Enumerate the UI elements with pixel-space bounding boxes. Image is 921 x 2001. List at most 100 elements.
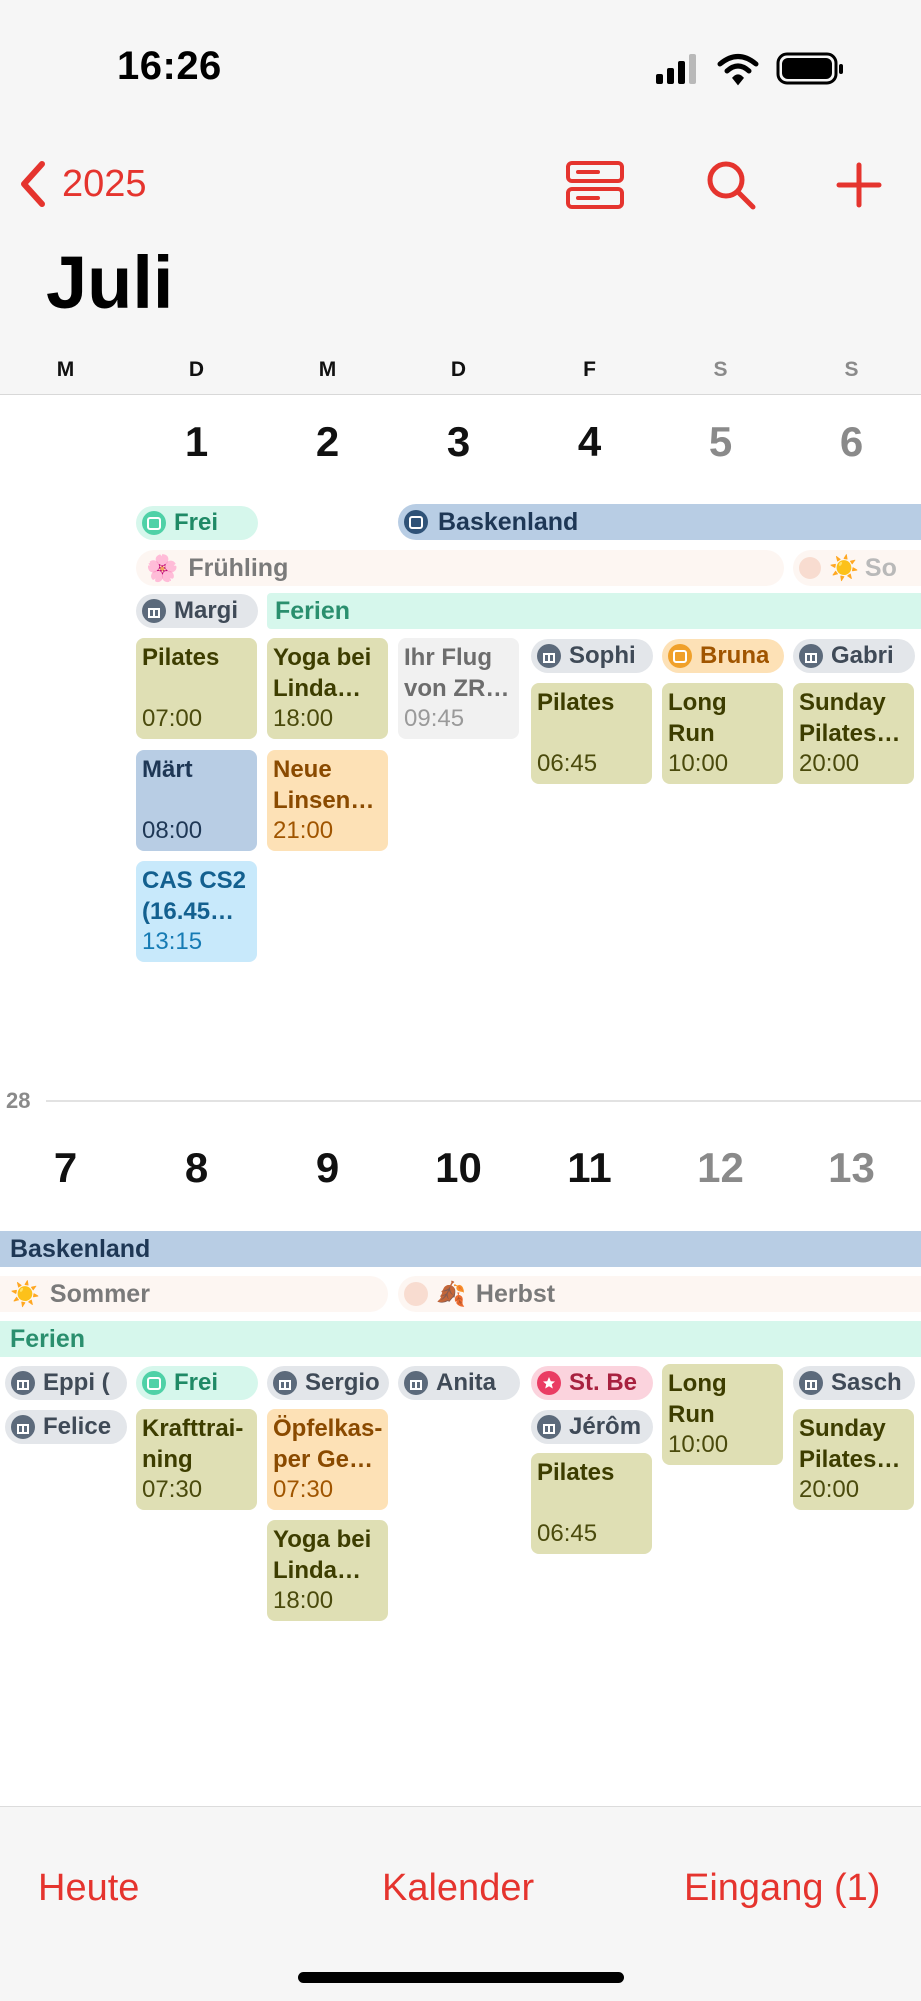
birthday-chip[interactable]: Eppi ( bbox=[5, 1366, 127, 1400]
event-title: Ferien bbox=[275, 596, 351, 625]
week-divider bbox=[46, 1100, 921, 1102]
calendar-icon bbox=[142, 511, 166, 535]
event-title: So bbox=[864, 553, 897, 582]
allday-event-bruna[interactable]: Bruna bbox=[662, 639, 784, 673]
event-title: Long Run bbox=[668, 1370, 727, 1428]
event-title: Frei bbox=[174, 509, 219, 536]
birthday-chip[interactable]: Sophi bbox=[531, 639, 653, 673]
day-number[interactable]: 9 bbox=[262, 1144, 393, 1192]
home-indicator[interactable] bbox=[298, 1972, 624, 1983]
event-time: 10:00 bbox=[668, 750, 729, 777]
calendar-icon bbox=[668, 644, 692, 668]
event-title: Ferien bbox=[10, 1324, 86, 1353]
gift-icon bbox=[273, 1371, 297, 1395]
day-number[interactable]: 5 bbox=[655, 418, 786, 466]
gift-icon bbox=[799, 644, 823, 668]
chevron-left-icon bbox=[21, 161, 45, 207]
allday-event-sommer[interactable]: ☀️ So bbox=[793, 550, 921, 586]
week-number: 28 bbox=[6, 1088, 31, 1113]
allday-event-herbst[interactable]: 🍂 Herbst bbox=[398, 1276, 921, 1312]
event-title: Bruna bbox=[700, 642, 770, 669]
event-title: Frühling bbox=[188, 553, 289, 582]
day-number[interactable]: 8 bbox=[131, 1144, 262, 1192]
event-maert[interactable]: Märt 08:00 bbox=[136, 750, 257, 851]
day-number[interactable]: 11 bbox=[524, 1144, 655, 1192]
add-button[interactable] bbox=[824, 150, 894, 220]
birthday-chip[interactable]: Jérôm bbox=[531, 1410, 653, 1444]
flower-icon: 🌸 bbox=[146, 552, 179, 583]
gift-icon bbox=[404, 1371, 428, 1395]
allday-event-baskenland[interactable]: Baskenland bbox=[398, 504, 921, 540]
search-button[interactable] bbox=[696, 150, 766, 220]
birthday-chip[interactable]: Felice bbox=[5, 1410, 127, 1444]
day-number[interactable]: 1 bbox=[131, 418, 262, 466]
allday-event-frei[interactable]: Frei bbox=[136, 1366, 258, 1400]
weekday-label: S bbox=[844, 358, 859, 381]
event-linsen[interactable]: Neue Linsen… 21:00 bbox=[267, 750, 388, 851]
event-sunday-pilates[interactable]: Sunday Pilates… 20:00 bbox=[793, 1409, 914, 1510]
calendar-icon bbox=[404, 510, 428, 534]
sun-icon: ☀️ bbox=[10, 1280, 40, 1308]
event-krafttraining[interactable]: Krafttrai-ning 07:30 bbox=[136, 1409, 257, 1510]
birthday-chip[interactable]: Sasch bbox=[793, 1366, 915, 1400]
event-time: 18:00 bbox=[273, 705, 334, 732]
month-title: Juli bbox=[46, 241, 174, 324]
event-sunday-pilates[interactable]: Sunday Pilates… 20:00 bbox=[793, 683, 914, 784]
weekday-label: F bbox=[583, 358, 596, 381]
back-button[interactable]: 2025 bbox=[18, 154, 147, 214]
holiday-chip[interactable]: St. Be bbox=[531, 1366, 653, 1400]
day-number[interactable]: 4 bbox=[524, 418, 655, 466]
birthday-chip[interactable]: Sergio bbox=[267, 1366, 389, 1400]
event-pilates[interactable]: Pilates 06:45 bbox=[531, 683, 652, 784]
event-oepfelkasper[interactable]: Öpfelkas-per Ge… 07:30 bbox=[267, 1409, 388, 1510]
allday-event-baskenland[interactable]: Baskenland bbox=[0, 1231, 921, 1267]
event-pilates[interactable]: Pilates 06:45 bbox=[531, 1453, 652, 1554]
calendars-button[interactable]: Kalender bbox=[382, 1867, 534, 1910]
event-title: Baskenland bbox=[438, 507, 579, 536]
event-cas[interactable]: CAS CS2 (16.45… 13:15 bbox=[136, 861, 257, 962]
event-title: Felice bbox=[43, 1413, 112, 1440]
event-title: Sophi bbox=[569, 642, 636, 669]
event-long-run[interactable]: Long Run 10:00 bbox=[662, 683, 783, 784]
status-icons bbox=[656, 50, 846, 90]
inbox-button[interactable]: Eingang (1) bbox=[684, 1867, 880, 1910]
wifi-icon bbox=[717, 54, 759, 86]
birthday-chip[interactable]: Margi bbox=[136, 594, 258, 628]
gift-icon bbox=[11, 1371, 35, 1395]
event-title: Sommer bbox=[49, 1279, 150, 1308]
event-pilates[interactable]: Pilates 07:00 bbox=[136, 638, 257, 739]
day-number[interactable]: 6 bbox=[786, 418, 917, 466]
event-time: 13:15 bbox=[142, 928, 203, 955]
list-view-icon bbox=[566, 161, 624, 209]
allday-event-sommer[interactable]: ☀️ Sommer bbox=[0, 1276, 388, 1312]
day-number[interactable]: 3 bbox=[393, 418, 524, 466]
list-view-button[interactable] bbox=[560, 150, 630, 220]
search-icon bbox=[707, 161, 756, 210]
allday-event-fruehling[interactable]: 🌸 Frühling bbox=[136, 550, 784, 586]
event-flug[interactable]: Ihr Flug von ZR… 09:45 bbox=[398, 638, 519, 739]
event-title: Pilates bbox=[537, 689, 615, 716]
event-title: Sasch bbox=[831, 1369, 902, 1396]
birthday-chip[interactable]: Anita bbox=[398, 1366, 520, 1400]
birthday-chip[interactable]: Gabri bbox=[793, 639, 915, 673]
allday-event-frei[interactable]: Frei bbox=[136, 506, 258, 540]
gift-icon bbox=[11, 1415, 35, 1439]
event-time: 07:30 bbox=[273, 1476, 334, 1503]
day-number[interactable]: 13 bbox=[786, 1144, 917, 1192]
event-title: St. Be bbox=[569, 1369, 638, 1396]
weekday-label: D bbox=[188, 358, 205, 381]
allday-event-ferien[interactable]: Ferien bbox=[0, 1321, 921, 1357]
today-button[interactable]: Heute bbox=[38, 1867, 139, 1910]
event-title: Öpfelkas-per Ge… bbox=[273, 1415, 382, 1473]
day-number[interactable]: 12 bbox=[655, 1144, 786, 1192]
event-long-run[interactable]: Long Run 10:00 bbox=[662, 1364, 783, 1465]
event-time: 10:00 bbox=[668, 1431, 729, 1458]
day-number[interactable]: 7 bbox=[0, 1144, 131, 1192]
day-number[interactable]: 2 bbox=[262, 418, 393, 466]
allday-event-ferien[interactable]: Ferien bbox=[267, 593, 921, 629]
event-yoga[interactable]: Yoga bei Linda… 18:00 bbox=[267, 638, 388, 739]
day-number[interactable]: 10 bbox=[393, 1144, 524, 1192]
back-label: 2025 bbox=[62, 162, 147, 205]
event-yoga[interactable]: Yoga bei Linda… 18:00 bbox=[267, 1520, 388, 1621]
event-time: 07:30 bbox=[142, 1476, 203, 1503]
